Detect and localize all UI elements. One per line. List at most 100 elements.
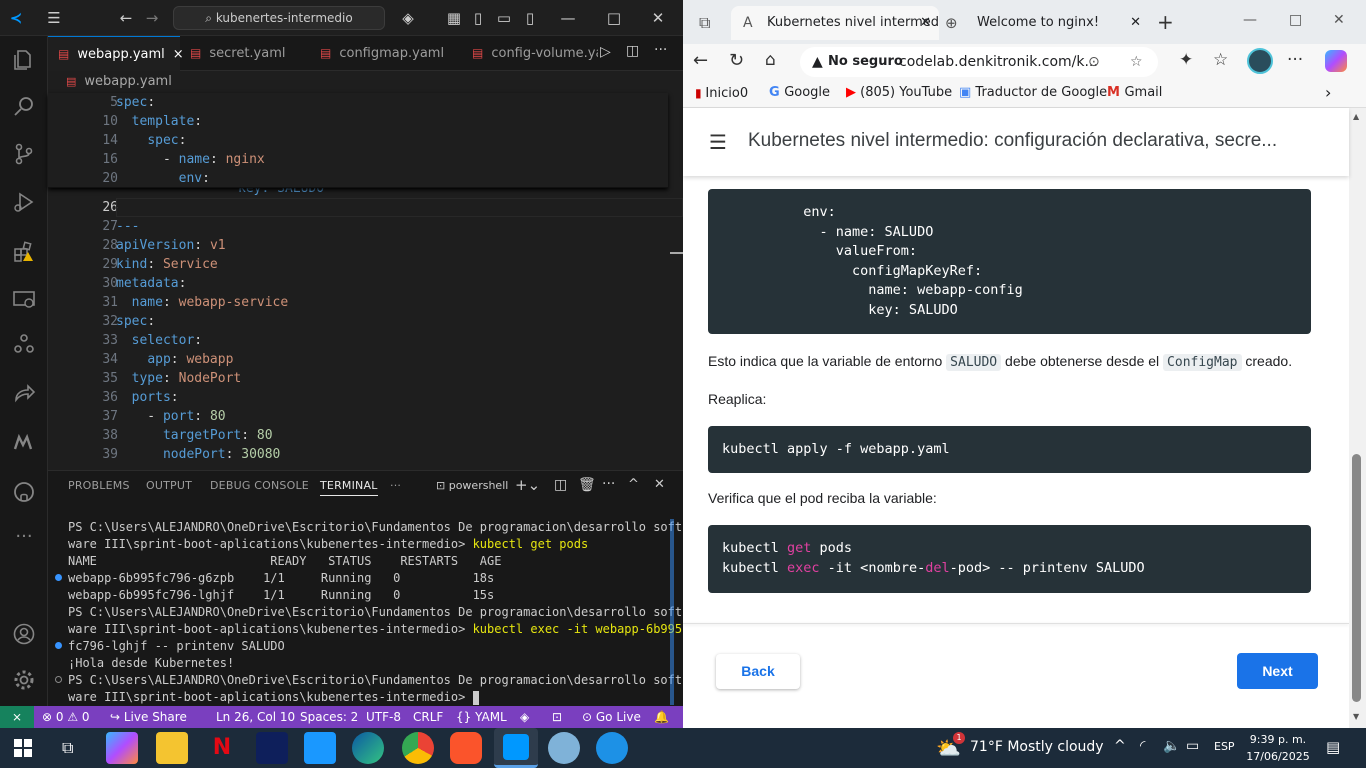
new-terminal-icon[interactable]: +⌄: [515, 476, 540, 494]
problems-indicator[interactable]: ⊗ 0 ⚠ 0: [42, 706, 90, 728]
language-indicator[interactable]: ESP: [1214, 740, 1235, 753]
layout-icon[interactable]: ▦: [444, 8, 464, 28]
remote-indicator-icon[interactable]: ⨯: [0, 706, 34, 728]
back-arrow-icon[interactable]: ←: [116, 8, 136, 28]
copilot-icon[interactable]: ◈: [398, 8, 418, 28]
minimize-icon[interactable]: —: [558, 8, 578, 28]
run-debug-icon[interactable]: [12, 190, 36, 214]
tab-close-icon[interactable]: ✕: [1130, 6, 1141, 40]
read-aloud-icon[interactable]: ⊙: [1088, 47, 1100, 77]
more-actions-icon[interactable]: ···: [654, 42, 667, 58]
edge-browser-icon[interactable]: [352, 732, 384, 764]
command-decoration-icon[interactable]: [55, 676, 62, 683]
terminal-output[interactable]: PS C:\Users\ALEJANDRO\OneDrive\Escritori…: [68, 519, 682, 709]
hamburger-menu-icon[interactable]: ☰: [709, 130, 727, 154]
back-button[interactable]: Back: [716, 654, 800, 689]
favorite-star-icon[interactable]: ☆: [1130, 47, 1143, 77]
split-editor-icon[interactable]: ◫: [626, 43, 639, 59]
command-decoration-icon[interactable]: [55, 642, 62, 649]
tab-problems[interactable]: PROBLEMS: [68, 479, 130, 492]
go-live-button[interactable]: ⊙ Go Live: [582, 706, 641, 728]
docker-icon[interactable]: [596, 732, 628, 764]
refresh-icon[interactable]: ↻: [729, 50, 744, 71]
command-center-search[interactable]: ⌕ kubenertes-intermedio: [173, 6, 385, 30]
accounts-icon[interactable]: [12, 622, 36, 646]
notifications-icon[interactable]: 🔔: [654, 706, 669, 728]
settings-more-icon[interactable]: ···: [1287, 50, 1303, 70]
bookmark-gmail[interactable]: M Gmail: [1107, 80, 1162, 106]
address-bar[interactable]: ▲ No seguro codelab.denkitronik.com/k...…: [800, 47, 1158, 77]
settings-gear-icon[interactable]: [12, 668, 36, 692]
tab-output[interactable]: OUTPUT: [146, 479, 192, 492]
prime-video-icon[interactable]: [304, 732, 336, 764]
menu-icon[interactable]: ☰: [44, 8, 64, 28]
page-scrollbar[interactable]: ▲ ▼: [1349, 108, 1366, 728]
copilot-app-icon[interactable]: [106, 732, 138, 764]
tab-config-volume-yaml[interactable]: ▤ config-volume.ya: [462, 36, 598, 71]
forward-arrow-icon[interactable]: →: [142, 8, 162, 28]
volume-icon[interactable]: 🔈: [1163, 738, 1180, 754]
more-icon[interactable]: ···: [12, 526, 36, 550]
search-icon[interactable]: [12, 94, 36, 118]
tab-kubernetes[interactable]: A Kubernetes nivel intermedio ✕: [731, 6, 939, 40]
brave-icon[interactable]: [450, 732, 482, 764]
encoding[interactable]: UTF-8: [366, 706, 401, 728]
panel-more-icon[interactable]: ···: [602, 476, 615, 492]
netflix-icon[interactable]: N: [206, 732, 238, 764]
next-button[interactable]: Next: [1237, 653, 1318, 689]
terminal-shell-select[interactable]: ⊡ powershell: [436, 479, 508, 492]
battery-icon[interactable]: ▭: [1186, 738, 1199, 754]
live-share-icon[interactable]: [12, 382, 36, 406]
weather-widget[interactable]: 71°F Mostly cloudy: [970, 739, 1104, 755]
indentation[interactable]: Spaces: 2: [300, 706, 358, 728]
maximize-icon[interactable]: □: [1289, 12, 1302, 28]
avatar[interactable]: [1247, 48, 1273, 74]
github-icon[interactable]: [12, 480, 36, 504]
tab-configmap-yaml[interactable]: ▤ configmap.yaml: [310, 36, 460, 71]
testing-icon[interactable]: [12, 332, 36, 356]
close-window-icon[interactable]: ✕: [1333, 12, 1345, 28]
scrollbar-thumb[interactable]: [1352, 454, 1361, 702]
copilot-status-icon[interactable]: ◈: [520, 706, 529, 728]
close-panel-icon[interactable]: ✕: [654, 477, 665, 492]
live-share-button[interactable]: ↪ Live Share: [110, 706, 187, 728]
bookmark-translate[interactable]: ▣ Traductor de Google: [959, 80, 1107, 106]
toggle-panel-icon[interactable]: ▭: [494, 8, 514, 28]
tab-close-icon[interactable]: ✕: [920, 6, 931, 40]
scroll-up-icon[interactable]: ▲: [1353, 112, 1359, 121]
editor-scrollbar[interactable]: [670, 252, 683, 254]
notification-center-icon[interactable]: ▤: [1326, 738, 1340, 756]
maximize-panel-icon[interactable]: ^: [628, 477, 639, 492]
kill-terminal-icon[interactable]: 🗑: [578, 477, 596, 493]
close-window-icon[interactable]: ✕: [648, 8, 668, 28]
maximize-icon[interactable]: □: [604, 8, 624, 28]
home-icon[interactable]: ⌂: [765, 50, 776, 70]
end-of-line[interactable]: CRLF: [413, 706, 443, 728]
bookmark-inicio[interactable]: ▮ Inicio0: [695, 80, 748, 106]
remote-explorer-icon[interactable]: [12, 288, 36, 312]
explorer-icon[interactable]: [12, 48, 36, 72]
chrome-icon[interactable]: [402, 732, 434, 764]
vscode-taskbar-icon[interactable]: [494, 728, 538, 768]
tab-secret-yaml[interactable]: ▤ secret.yaml: [180, 36, 308, 71]
breadcrumb-file[interactable]: webapp.yaml: [84, 74, 171, 89]
clock[interactable]: 9:39 p. m. 17/06/2025: [1246, 731, 1310, 765]
terminal-scrollbar[interactable]: [670, 519, 674, 705]
toggle-secondary-sidebar-icon[interactable]: ▯: [520, 8, 540, 28]
tab-debug-console[interactable]: DEBUG CONSOLE: [210, 479, 309, 492]
tab-nginx[interactable]: ⊕ Welcome to nginx! ✕: [941, 6, 1149, 40]
disney-plus-icon[interactable]: [256, 732, 288, 764]
favorites-icon[interactable]: ☆: [1213, 50, 1228, 70]
extensions-icon[interactable]: [12, 240, 36, 264]
new-tab-icon[interactable]: +: [1157, 10, 1174, 34]
mongodb-icon[interactable]: [12, 430, 36, 454]
wifi-icon[interactable]: ◜: [1140, 738, 1145, 754]
tab-terminal[interactable]: TERMINAL: [320, 479, 378, 496]
back-arrow-icon[interactable]: ←: [693, 50, 708, 71]
toggle-sidebar-icon[interactable]: ▯: [468, 8, 488, 28]
minimize-icon[interactable]: —: [1243, 12, 1257, 28]
extensions-icon[interactable]: ✦: [1179, 50, 1193, 70]
bookmark-google[interactable]: G Google: [769, 80, 830, 106]
security-warning[interactable]: No seguro: [828, 47, 903, 77]
workspaces-icon[interactable]: ⧉: [699, 13, 710, 33]
